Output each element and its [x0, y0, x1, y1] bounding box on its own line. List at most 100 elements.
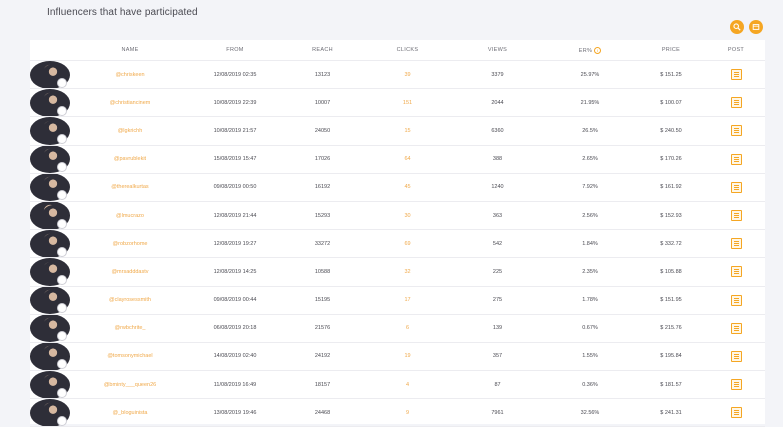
platform-badge-icon — [57, 359, 67, 370]
cell-price: $ 151.95 — [635, 286, 707, 315]
avatar-cell — [30, 342, 70, 372]
post-cell — [707, 145, 765, 174]
post-cell — [707, 229, 765, 259]
table-row: @christiancinem 10/08/2019 22:39 10007 151 2… — [30, 88, 765, 118]
avatar-cell — [30, 314, 70, 343]
cell-views: 87 — [450, 370, 545, 400]
cell-er: 2.56% — [545, 201, 635, 231]
cell-views: 388 — [450, 145, 545, 174]
avatar-cell — [30, 201, 70, 231]
avatar-cell — [30, 257, 70, 287]
col-er[interactable]: ER% i — [545, 40, 635, 61]
cell-reach: 18157 — [280, 370, 365, 400]
cell-er: 2.65% — [545, 145, 635, 174]
avatar[interactable] — [42, 204, 67, 229]
table-row: @chriskeen 12/08/2019 02:35 13123 39 3379 25.… — [30, 60, 765, 90]
cell-handle[interactable]: @rwbchrite_ — [70, 314, 190, 343]
post-preview-icon[interactable] — [730, 322, 742, 334]
avatar[interactable] — [42, 176, 67, 201]
cell-handle[interactable]: @clayrosessmith — [70, 286, 190, 315]
cell-handle[interactable]: @bminty___queen26 — [70, 370, 190, 400]
cell-clicks: 69 — [365, 229, 450, 259]
avatar[interactable] — [42, 63, 67, 88]
cell-price: $ 170.26 — [635, 145, 707, 174]
post-preview-icon[interactable] — [730, 379, 742, 391]
avatar[interactable] — [42, 119, 67, 144]
cell-views: 6360 — [450, 116, 545, 146]
col-clicks[interactable]: CLICKS — [365, 40, 450, 61]
col-name[interactable]: NAME — [70, 40, 190, 61]
influencers-table: NAME FROM REACH CLICKS VIEWS ER% i PRICE … — [30, 40, 765, 427]
post-preview-icon[interactable] — [730, 238, 742, 250]
cell-price: $ 195.84 — [635, 342, 707, 372]
avatar[interactable] — [42, 91, 67, 116]
cell-reach: 15293 — [280, 201, 365, 231]
cell-from: 12/08/2019 21:44 — [190, 201, 280, 231]
avatar[interactable] — [42, 232, 67, 257]
cell-handle[interactable]: @pavrublekit — [70, 145, 190, 174]
post-preview-icon[interactable] — [730, 125, 742, 137]
cell-views: 542 — [450, 229, 545, 259]
col-price[interactable]: PRICE — [635, 40, 707, 61]
platform-badge-icon — [57, 415, 67, 426]
post-cell — [707, 314, 765, 343]
cell-price: $ 161.92 — [635, 173, 707, 202]
col-reach[interactable]: REACH — [280, 40, 365, 61]
export-button[interactable] — [749, 20, 763, 34]
avatar-cell — [30, 398, 70, 427]
influencers-panel: NAME FROM REACH CLICKS VIEWS ER% i PRICE … — [30, 40, 765, 427]
cell-clicks: 19 — [365, 342, 450, 372]
post-cell — [707, 88, 765, 118]
cell-er: 1.55% — [545, 342, 635, 372]
avatar[interactable] — [42, 345, 67, 370]
post-preview-icon[interactable] — [730, 97, 742, 109]
cell-from: 15/08/2019 15:47 — [190, 145, 280, 174]
cell-er: 32.56% — [545, 398, 635, 427]
cell-price: $ 241.31 — [635, 398, 707, 427]
avatar[interactable] — [42, 260, 67, 285]
avatar[interactable] — [42, 289, 67, 314]
post-preview-icon[interactable] — [730, 407, 742, 419]
post-preview-icon[interactable] — [730, 181, 742, 193]
cell-price: $ 100.07 — [635, 88, 707, 118]
search-button[interactable] — [730, 20, 744, 34]
cell-from: 13/08/2019 19:46 — [190, 398, 280, 427]
cell-views: 363 — [450, 201, 545, 231]
avatar[interactable] — [42, 148, 67, 173]
page-title: Influencers that have participated — [47, 7, 198, 18]
info-icon[interactable]: i — [594, 46, 602, 54]
cell-price: $ 240.50 — [635, 116, 707, 146]
post-preview-icon[interactable] — [730, 294, 742, 306]
post-preview-icon[interactable] — [730, 350, 742, 362]
cell-handle[interactable]: @tomsonymichael — [70, 342, 190, 372]
post-preview-icon[interactable] — [730, 69, 742, 81]
post-preview-icon[interactable] — [730, 266, 742, 278]
cell-price: $ 105.88 — [635, 257, 707, 287]
cell-handle[interactable]: @christiancinem — [70, 88, 190, 118]
cell-views: 357 — [450, 342, 545, 372]
table-row: @pavrublekit 15/08/2019 15:47 17026 64 388 2.… — [30, 145, 765, 174]
table-header-row: NAME FROM REACH CLICKS VIEWS ER% i PRICE … — [30, 40, 765, 61]
cell-handle[interactable]: @_bloguinista — [70, 398, 190, 427]
cell-from: 14/08/2019 02:40 — [190, 342, 280, 372]
cell-from: 12/08/2019 19:27 — [190, 229, 280, 259]
cell-handle[interactable]: @therealkurtas — [70, 173, 190, 202]
col-views[interactable]: VIEWS — [450, 40, 545, 61]
avatar[interactable] — [42, 373, 67, 398]
cell-handle[interactable]: @chriskeen — [70, 60, 190, 90]
post-preview-icon[interactable] — [730, 210, 742, 222]
cell-handle[interactable]: @lgkrichh — [70, 116, 190, 146]
post-cell — [707, 201, 765, 231]
cell-reach: 16192 — [280, 173, 365, 202]
avatar-cell — [30, 370, 70, 400]
post-preview-icon[interactable] — [730, 153, 742, 165]
avatar[interactable] — [42, 317, 67, 342]
cell-handle[interactable]: @robzorhome — [70, 229, 190, 259]
col-from[interactable]: FROM — [190, 40, 280, 61]
cell-handle[interactable]: @lmucrazo — [70, 201, 190, 231]
avatar[interactable] — [42, 401, 67, 426]
cell-clicks: 4 — [365, 370, 450, 400]
cell-clicks: 30 — [365, 201, 450, 231]
cell-handle[interactable]: @mrsadddastv — [70, 257, 190, 287]
search-icon — [733, 23, 741, 31]
